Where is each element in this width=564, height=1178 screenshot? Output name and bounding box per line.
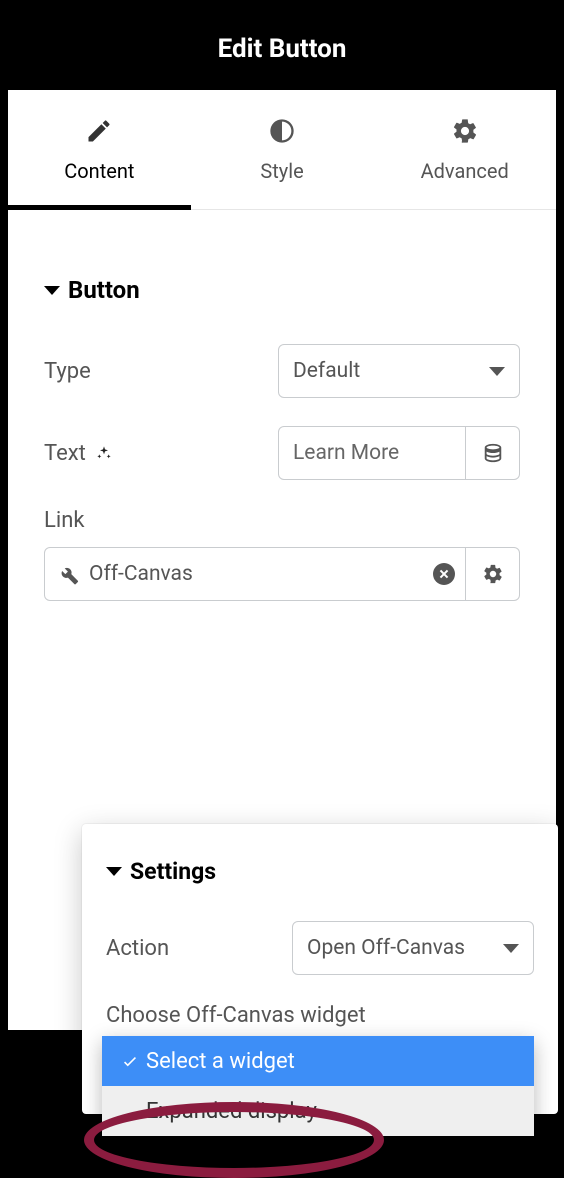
- content-panel: Button Type Default Text Learn More: [8, 210, 556, 1030]
- caret-down-icon: [44, 286, 60, 295]
- dropdown-option-expanded-display[interactable]: Expanded display: [102, 1086, 534, 1136]
- dropdown-option-label: Select a widget: [146, 1049, 295, 1074]
- link-settings-popover: Settings Action Open Off-Canvas Choose O…: [82, 824, 558, 1114]
- action-select[interactable]: Open Off-Canvas: [292, 921, 534, 975]
- text-input-group: Learn More: [278, 426, 520, 480]
- dropdown-option-select-widget[interactable]: Select a widget: [102, 1036, 534, 1086]
- type-select-value: Default: [293, 359, 360, 383]
- pencil-icon: [85, 117, 113, 145]
- settings-title: Settings: [130, 858, 216, 885]
- tab-style-label: Style: [260, 159, 303, 183]
- settings-header[interactable]: Settings: [106, 858, 534, 885]
- caret-down-icon: [106, 867, 122, 876]
- text-input-value: Learn More: [293, 441, 399, 465]
- text-input[interactable]: Learn More: [278, 426, 466, 480]
- link-label-text: Link: [44, 508, 85, 533]
- contrast-icon: [268, 117, 296, 145]
- link-input-group: Off-Canvas: [44, 547, 520, 601]
- choose-widget-label: Choose Off-Canvas widget: [106, 1003, 534, 1028]
- tab-content-label: Content: [64, 159, 134, 183]
- row-type: Type Default: [44, 344, 520, 398]
- ai-sparkle-icon[interactable]: [96, 445, 112, 461]
- panel-title: Edit Button: [8, 8, 556, 90]
- tab-advanced[interactable]: Advanced: [373, 90, 556, 209]
- type-label-text: Type: [44, 359, 91, 384]
- action-label-text: Action: [106, 936, 169, 961]
- widget-dropdown: Select a widget Expanded display: [102, 1036, 534, 1136]
- gear-icon: [451, 117, 479, 145]
- tab-content[interactable]: Content: [8, 90, 191, 209]
- link-input[interactable]: Off-Canvas: [44, 547, 466, 601]
- clear-link-button[interactable]: [433, 563, 455, 585]
- tabs: Content Style Advanced: [8, 90, 556, 210]
- action-select-value: Open Off-Canvas: [307, 936, 465, 960]
- link-input-value: Off-Canvas: [89, 562, 193, 586]
- chevron-down-icon: [489, 367, 505, 376]
- link-label: Link: [44, 508, 520, 533]
- section-button-header[interactable]: Button: [44, 276, 520, 304]
- dynamic-tags-button[interactable]: [466, 426, 520, 480]
- row-action: Action Open Off-Canvas: [106, 921, 534, 975]
- chevron-down-icon: [503, 944, 519, 953]
- wrench-icon: [57, 563, 79, 585]
- section-button-title: Button: [68, 276, 140, 304]
- row-text: Text Learn More: [44, 426, 520, 480]
- text-label: Text: [44, 441, 112, 466]
- dropdown-option-label: Expanded display: [146, 1099, 317, 1124]
- action-label: Action: [106, 936, 169, 961]
- database-icon: [482, 442, 504, 464]
- type-label: Type: [44, 359, 91, 384]
- row-link: Link Off-Canvas: [44, 508, 520, 601]
- gear-icon: [482, 563, 504, 585]
- panel-title-text: Edit Button: [218, 34, 347, 64]
- link-options-button[interactable]: [466, 547, 520, 601]
- tab-advanced-label: Advanced: [421, 159, 509, 183]
- type-select[interactable]: Default: [278, 344, 520, 398]
- check-icon: [118, 1052, 142, 1070]
- choose-widget-label-text: Choose Off-Canvas widget: [106, 1003, 366, 1028]
- text-label-text: Text: [44, 441, 86, 466]
- tab-style[interactable]: Style: [191, 90, 374, 209]
